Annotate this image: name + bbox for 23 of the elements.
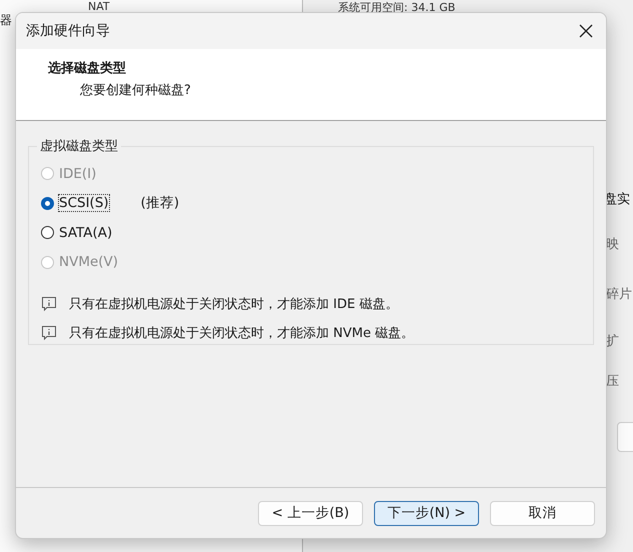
dialog-button[interactable]: < 上一步(B) <box>258 500 363 526</box>
radio-button[interactable] <box>41 196 54 210</box>
side-label: 扩 <box>606 333 619 350</box>
window-title: 添加硬件向导 <box>26 22 110 40</box>
step-heading: 选择磁盘类型 <box>48 60 127 77</box>
info-text: 只有在虚拟机电源处于关闭状态时，才能添加 IDE 磁盘。 <box>69 296 398 312</box>
dialog-button[interactable]: 取消 <box>490 500 595 526</box>
info-text: 只有在虚拟机电源处于关闭状态时，才能添加 NVMe 磁盘。 <box>69 324 414 342</box>
side-label: 碎片 <box>606 286 632 303</box>
option-label[interactable]: SATA(A) <box>59 224 112 241</box>
recommended-note: (推荐) <box>140 194 180 212</box>
radio-button[interactable] <box>41 226 54 240</box>
close-icon[interactable] <box>579 24 593 38</box>
info-icon <box>41 324 57 340</box>
dialog-button[interactable]: 下一步(N) > <box>374 500 479 526</box>
side-label: 压 <box>606 373 619 390</box>
group-label: 虚拟磁盘类型 <box>39 138 119 155</box>
option-label[interactable]: SCSI(S) <box>59 195 109 212</box>
panel-label: 器 <box>0 12 12 29</box>
disk-space-text: 系统可用空间: 34.1 GB <box>338 0 456 15</box>
step-description: 您要创建何种磁盘? <box>80 82 192 99</box>
info-icon <box>41 296 57 312</box>
network-value: NAT <box>88 0 110 13</box>
